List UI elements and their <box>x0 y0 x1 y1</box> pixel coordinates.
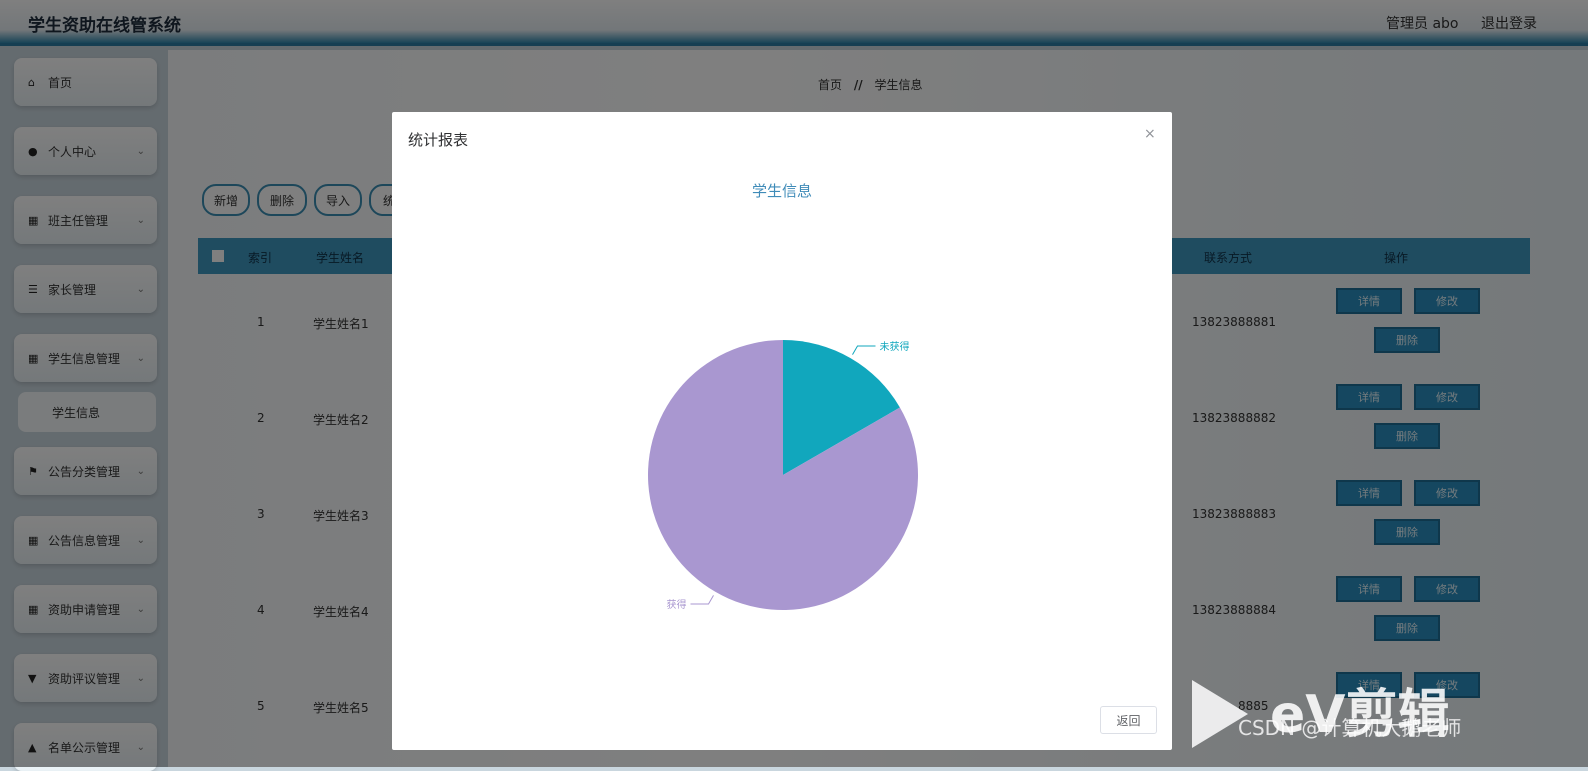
pie-chart: 未获得获得 <box>648 340 918 611</box>
pie-label-line <box>852 345 876 355</box>
pie-slice-label: 未获得 <box>880 341 910 353</box>
pie-label-line <box>690 595 714 605</box>
stats-report-dialog: 统计报表 × 学生信息 未获得 获得 返回 <box>392 112 1172 750</box>
return-button[interactable]: 返回 <box>1100 706 1157 734</box>
watermark-text: CSDN @计算机大鹅老师 <box>1238 716 1462 740</box>
pie-slice-label: 获得 <box>667 599 687 611</box>
